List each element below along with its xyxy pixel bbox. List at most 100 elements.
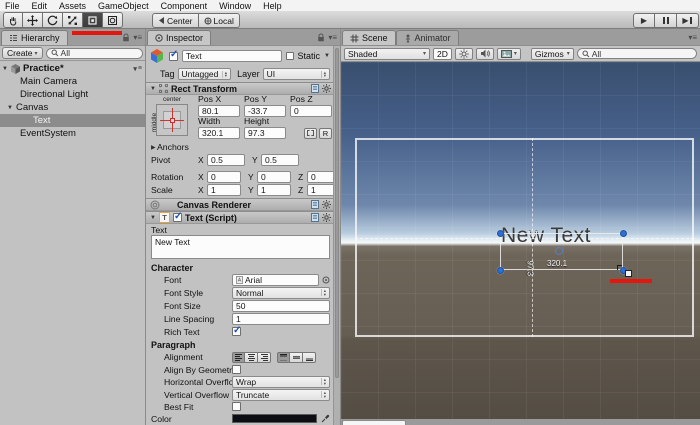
- reference-doc-icon[interactable]: [311, 213, 319, 222]
- pause-button[interactable]: [655, 13, 677, 28]
- selection-handle-top-right[interactable]: [620, 230, 627, 237]
- tag-dropdown[interactable]: Untagged ▴ ▾: [177, 68, 232, 80]
- tab-hierarchy[interactable]: Hierarchy: [1, 30, 68, 45]
- move-tool-button[interactable]: [23, 12, 43, 28]
- reference-doc-icon[interactable]: [311, 84, 319, 93]
- 2d-toggle-button[interactable]: 2D: [433, 47, 452, 60]
- menu-component[interactable]: Component: [161, 1, 208, 11]
- component-enabled-checkbox[interactable]: ✓: [173, 211, 182, 222]
- active-checkbox[interactable]: ✓: [169, 49, 178, 61]
- rect-tool-button[interactable]: [83, 12, 103, 28]
- tab-scene[interactable]: Scene: [342, 30, 396, 45]
- gear-icon[interactable]: [322, 200, 331, 209]
- gameobject-name-field[interactable]: Text: [182, 50, 282, 62]
- menu-window[interactable]: Window: [219, 1, 251, 11]
- align-center-button[interactable]: [245, 351, 258, 363]
- align-middle-button[interactable]: [290, 351, 303, 363]
- gear-icon[interactable]: [322, 84, 331, 93]
- pivot-local-button[interactable]: Local: [198, 13, 240, 28]
- font-object-field[interactable]: Arial: [232, 273, 319, 286]
- panel-menu-icon[interactable]: ▾≡: [133, 33, 142, 42]
- fold-open-icon[interactable]: ▼: [150, 215, 156, 221]
- menu-edit[interactable]: Edit: [32, 1, 48, 11]
- pivot-x-field[interactable]: 0.5: [207, 153, 245, 166]
- rich-text-checkbox[interactable]: ✓: [232, 325, 241, 336]
- align-by-geometry-checkbox[interactable]: [232, 365, 241, 374]
- color-swatch[interactable]: [232, 414, 317, 423]
- hierarchy-item-text[interactable]: Text: [0, 114, 145, 127]
- tab-inspector[interactable]: Inspector: [147, 30, 212, 45]
- menu-help[interactable]: Help: [263, 1, 282, 11]
- hierarchy-item-main-camera[interactable]: Main Camera: [0, 75, 145, 88]
- pivot-y-field[interactable]: 0.5: [261, 153, 299, 166]
- create-button[interactable]: Create ▾: [2, 47, 43, 59]
- selection-handle-bottom-left[interactable]: [497, 267, 504, 274]
- text-value-textarea[interactable]: New Text: [151, 235, 330, 259]
- align-top-button[interactable]: [277, 351, 290, 363]
- inspector-scrollbar[interactable]: [333, 46, 340, 425]
- static-checkbox[interactable]: [285, 52, 294, 60]
- rotate-tool-button[interactable]: [43, 12, 63, 28]
- selection-handle-top-left[interactable]: [497, 230, 504, 237]
- hierarchy-item-eventsystem[interactable]: EventSystem: [0, 127, 145, 140]
- resize-handle[interactable]: [625, 270, 632, 277]
- rotation-x-field[interactable]: 0: [207, 170, 241, 183]
- horizontal-overflow-dropdown[interactable]: Wrap ▴ ▾: [232, 375, 330, 388]
- audio-toggle-button[interactable]: [475, 47, 494, 60]
- lock-icon[interactable]: [317, 33, 325, 42]
- layer-dropdown[interactable]: UI ▴ ▾: [262, 68, 330, 80]
- lock-icon[interactable]: [122, 33, 130, 42]
- hierarchy-item-scene-practice[interactable]: ▼ Practice* ▾ ≡: [0, 62, 145, 75]
- line-spacing-field[interactable]: 1: [232, 312, 330, 325]
- gear-icon[interactable]: [322, 213, 331, 222]
- blueprint-mode-button[interactable]: [304, 127, 317, 139]
- menu-assets[interactable]: Assets: [59, 1, 86, 11]
- text-script-header[interactable]: ▼ T ✓ Text (Script): [146, 211, 340, 224]
- tab-animator[interactable]: Animator: [395, 30, 459, 45]
- hierarchy-item-directional-light[interactable]: Directional Light: [0, 88, 145, 101]
- transform-tool-button[interactable]: [103, 12, 123, 28]
- reference-doc-icon[interactable]: [311, 200, 319, 209]
- canvas-renderer-header[interactable]: Canvas Renderer: [146, 198, 340, 211]
- panel-menu-icon[interactable]: ▾≡: [688, 33, 697, 42]
- hierarchy-item-canvas[interactable]: ▼ Canvas: [0, 101, 145, 114]
- height-field[interactable]: 97.3: [244, 127, 286, 139]
- lighting-toggle-button[interactable]: [454, 47, 473, 60]
- fold-open-icon[interactable]: ▼: [150, 86, 156, 92]
- pivot-gizmo[interactable]: [555, 247, 563, 255]
- shading-mode-dropdown[interactable]: Shaded ▾: [344, 47, 430, 60]
- static-dropdown-icon[interactable]: ▼: [324, 53, 330, 59]
- pos-z-field[interactable]: 0: [290, 105, 332, 117]
- anchor-preset-widget[interactable]: center middle: [151, 96, 192, 136]
- hand-tool-button[interactable]: [3, 12, 23, 28]
- align-bottom-button[interactable]: [303, 351, 316, 363]
- fold-open-icon[interactable]: ▼: [2, 66, 8, 72]
- effects-dropdown[interactable]: ▾: [496, 47, 521, 60]
- scale-tool-button[interactable]: [63, 12, 83, 28]
- scene-viewport[interactable]: New Text 320.1 97.3: [341, 62, 700, 419]
- raw-mode-button[interactable]: R: [319, 127, 332, 139]
- scene-search-input[interactable]: All: [576, 48, 697, 59]
- width-field[interactable]: 320.1: [198, 127, 240, 139]
- align-left-button[interactable]: [232, 351, 245, 363]
- fold-open-icon[interactable]: ▼: [7, 105, 13, 111]
- object-picker-icon[interactable]: [322, 276, 330, 284]
- gizmos-dropdown[interactable]: Gizmos ▾: [530, 47, 574, 60]
- panel-menu-icon[interactable]: ▾≡: [328, 33, 337, 42]
- scale-y-field[interactable]: 1: [257, 183, 291, 196]
- pivot-center-button[interactable]: Center: [152, 13, 199, 28]
- font-size-field[interactable]: 50: [232, 299, 330, 312]
- anchors-foldout[interactable]: ▶ Anchors: [146, 141, 340, 153]
- vertical-overflow-dropdown[interactable]: Truncate ▴ ▾: [232, 388, 330, 401]
- rotation-y-field[interactable]: 0: [257, 170, 291, 183]
- align-right-button[interactable]: [258, 351, 271, 363]
- play-button[interactable]: ▶: [633, 13, 655, 28]
- menu-gameobject[interactable]: GameObject: [98, 1, 149, 11]
- hierarchy-search-input[interactable]: All: [45, 47, 143, 59]
- step-button[interactable]: ▶: [677, 13, 699, 28]
- scene-context-menu-icon[interactable]: ▾ ≡: [133, 65, 142, 73]
- best-fit-checkbox[interactable]: [232, 402, 241, 411]
- eyedropper-icon[interactable]: [321, 414, 330, 423]
- scale-x-field[interactable]: 1: [207, 183, 241, 196]
- menu-file[interactable]: File: [5, 1, 20, 11]
